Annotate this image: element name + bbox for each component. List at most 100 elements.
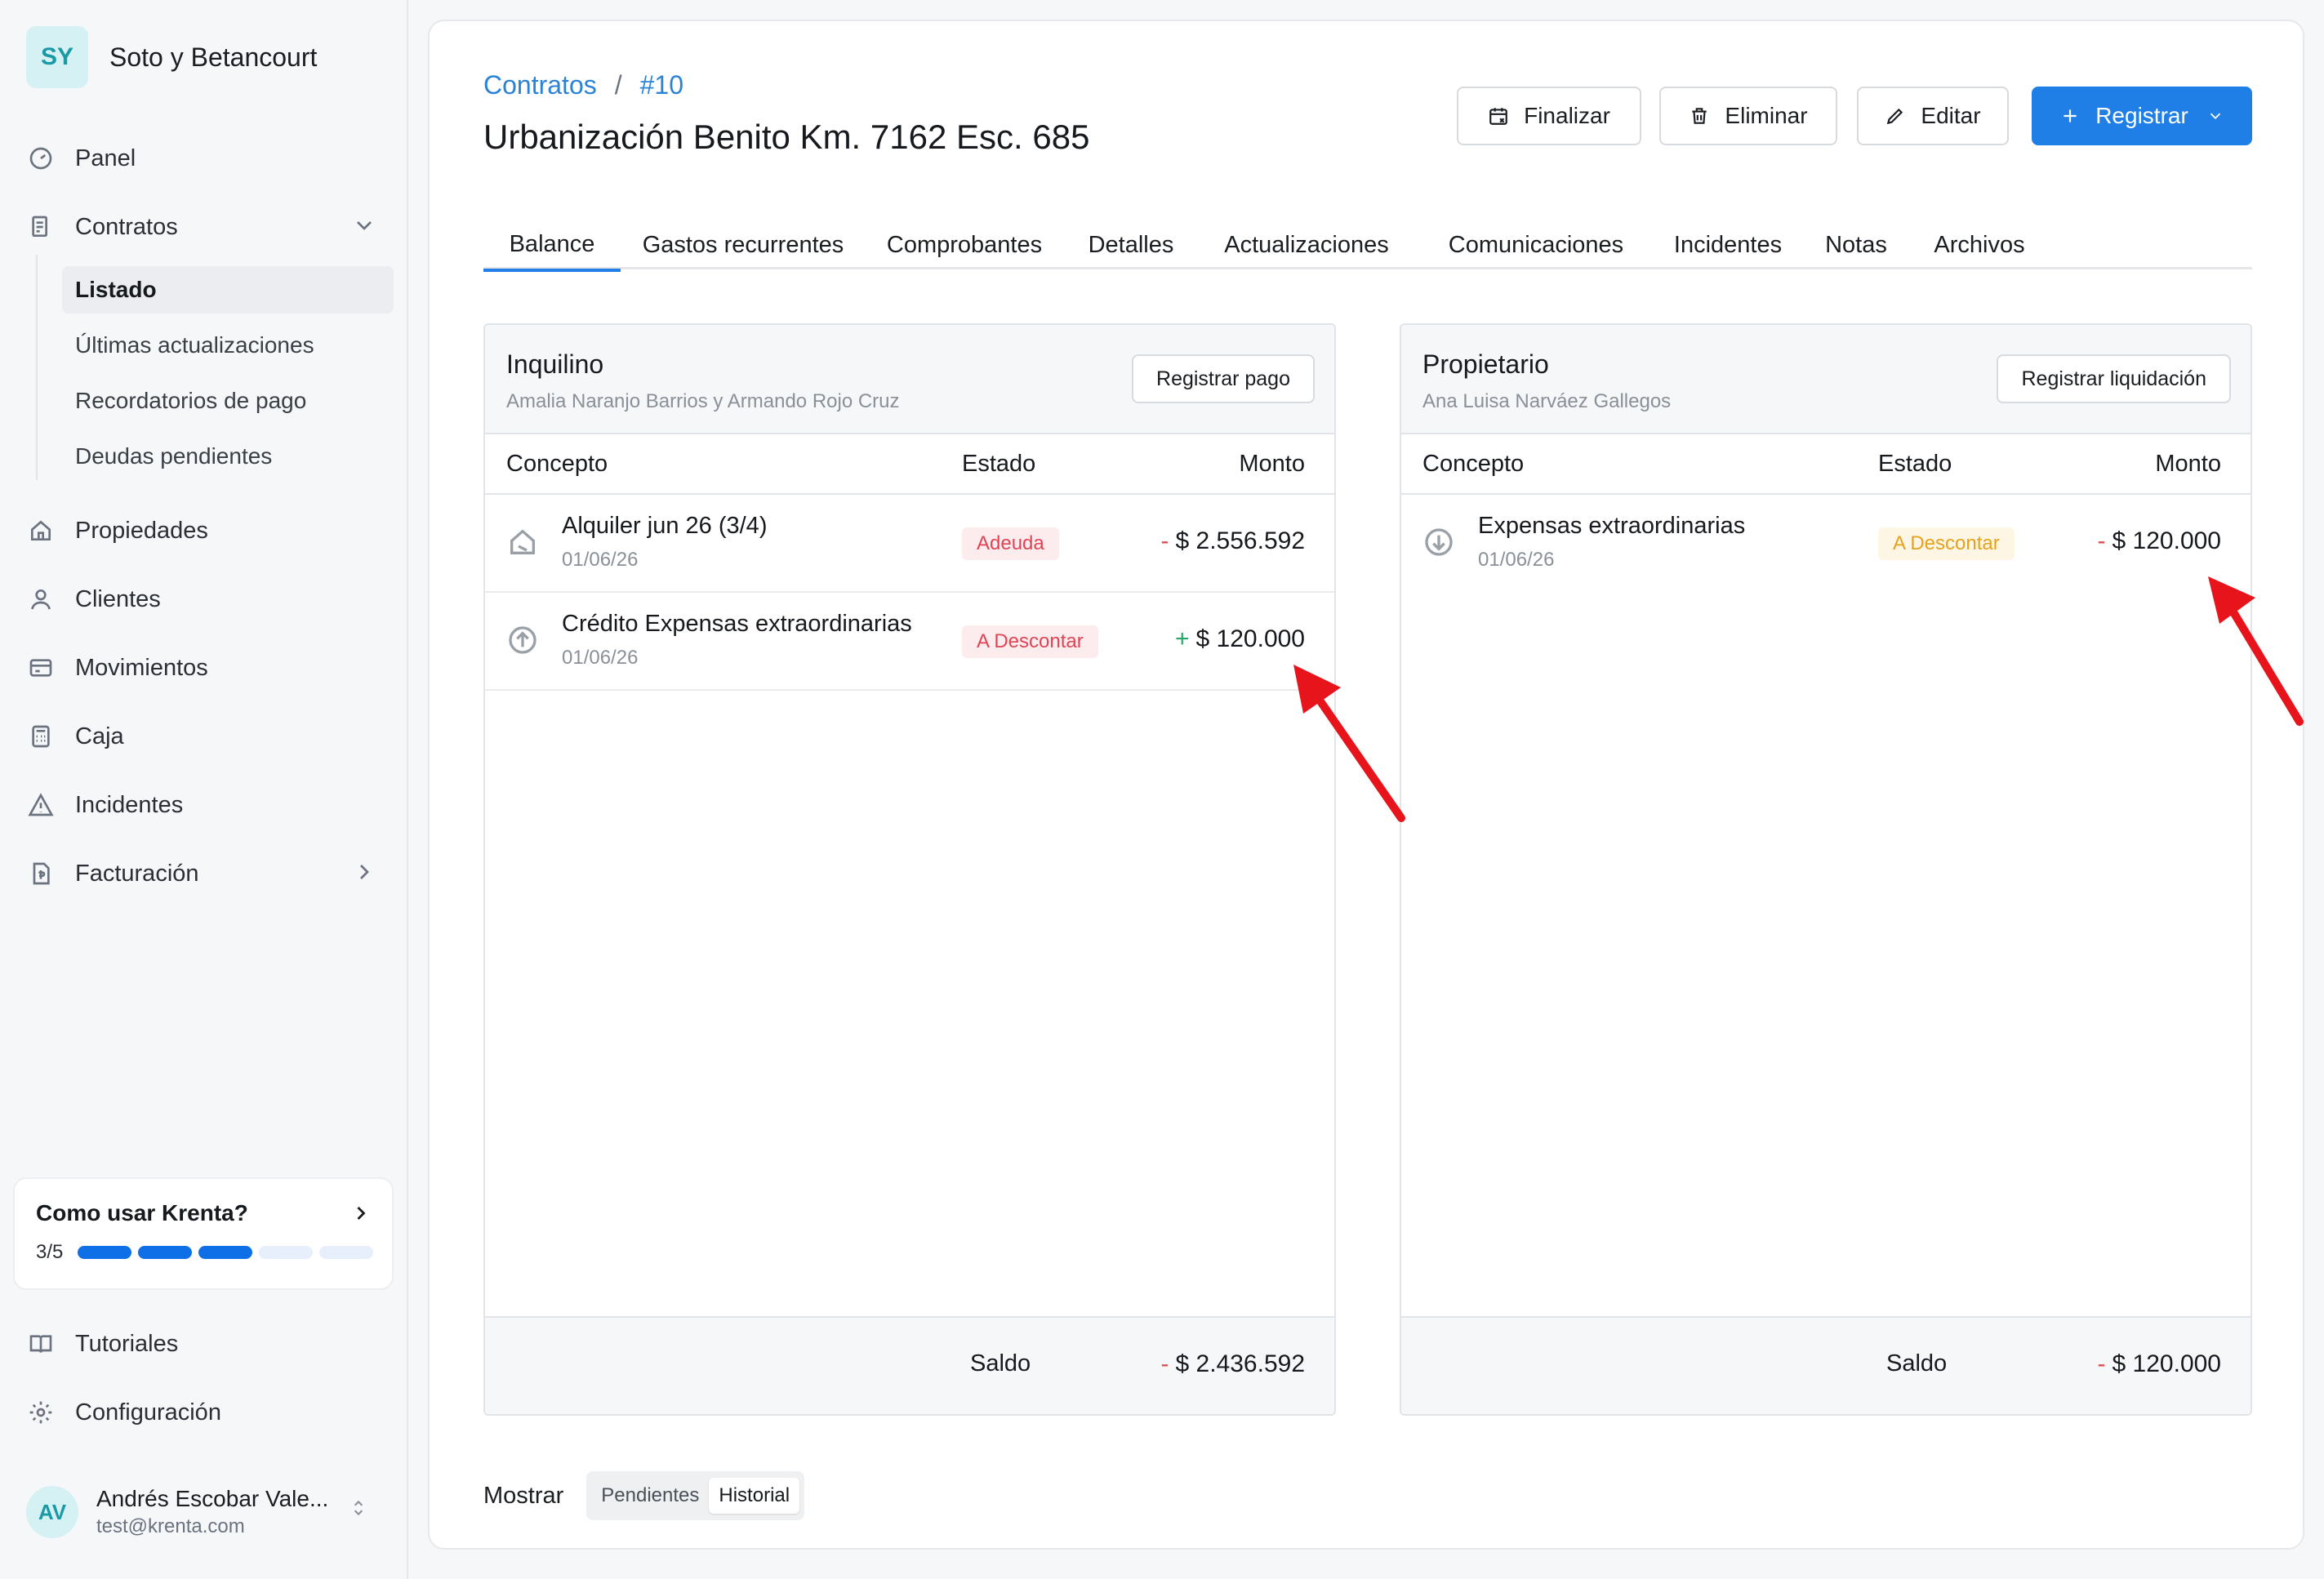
nav-label: Tutoriales [75, 1330, 179, 1357]
user-menu[interactable]: AV Andrés Escobar Vale... test@krenta.co… [26, 1486, 385, 1538]
panel-title: Propietario [1422, 349, 1549, 379]
nav-tutoriales[interactable]: Tutoriales [26, 1319, 385, 1368]
status-badge: A Descontar [962, 625, 1098, 658]
progress-segment [138, 1246, 193, 1259]
subnav-deudas[interactable]: Deudas pendientes [62, 433, 394, 480]
breadcrumb-separator: / [614, 70, 622, 100]
nav-clientes[interactable]: Clientes [26, 575, 385, 624]
tab-comunicaciones[interactable]: Comunicaciones [1432, 220, 1640, 269]
nav-label: Propiedades [75, 517, 208, 544]
org-switcher[interactable]: SY Soto y Betancourt [26, 26, 317, 88]
nav-label: Incidentes [75, 791, 184, 818]
registrar-pago-button[interactable]: Registrar pago [1132, 354, 1315, 403]
subnav-listado[interactable]: Listado [62, 266, 394, 314]
panel-footer: Saldo - $ 2.436.592 [485, 1316, 1334, 1414]
page-title: Urbanización Benito Km. 7162 Esc. 685 [483, 118, 1090, 156]
eliminar-label: Eliminar [1725, 103, 1808, 128]
table-header: Concepto Estado Monto [485, 434, 1334, 495]
gauge-icon [26, 144, 56, 173]
table-row[interactable]: Expensas extraordinarias 01/06/26 A Desc… [1401, 495, 2251, 593]
nav-incidentes[interactable]: Incidentes [26, 781, 385, 830]
row-amount: + $ 120.000 [1175, 625, 1305, 653]
document-icon [26, 212, 56, 242]
nav-panel[interactable]: Panel [26, 134, 385, 183]
amount-sign: - [2097, 527, 2106, 554]
tab-archivos[interactable]: Archivos [1922, 220, 2037, 269]
inquilino-panel: Inquilino Amalia Naranjo Barrios y Arman… [483, 323, 1336, 1416]
house-icon [506, 526, 539, 558]
propietario-panel: Propietario Ana Luisa Narváez Gallegos R… [1400, 323, 2252, 1416]
toggle-historial[interactable]: Historial [709, 1478, 800, 1514]
annotation-arrow-icon [1293, 665, 1405, 822]
user-email: test@krenta.com [96, 1515, 245, 1537]
saldo-label: Saldo [1886, 1350, 1948, 1377]
onboarding-card[interactable]: Como usar Krenta? 3/5 [13, 1177, 394, 1290]
amount-value: $ 2.556.592 [1175, 527, 1305, 554]
progress-segment [319, 1246, 374, 1259]
credit-card-icon [26, 653, 56, 683]
nav-contratos[interactable]: Contratos [26, 202, 385, 251]
nav-configuracion[interactable]: Configuración [26, 1388, 385, 1437]
annotation-arrow-icon [2208, 576, 2304, 726]
arrow-down-circle-icon [1422, 526, 1455, 558]
col-monto: Monto [1239, 451, 1305, 477]
subnav-recordatorios[interactable]: Recordatorios de pago [62, 377, 394, 425]
breadcrumb: Contratos / #10 [483, 70, 683, 100]
row-date: 01/06/26 [562, 549, 639, 571]
registrar-button[interactable]: Registrar [2032, 87, 2252, 145]
amount-value: $ 120.000 [1195, 625, 1305, 652]
tab-balance[interactable]: Balance [483, 220, 621, 272]
panel-header: Propietario Ana Luisa Narváez Gallegos R… [1401, 325, 2251, 434]
eliminar-button[interactable]: Eliminar [1659, 87, 1837, 145]
saldo-amount: - $ 120.000 [2098, 1350, 2221, 1378]
amount-value: $ 120.000 [2112, 1350, 2221, 1377]
amount-sign: - [2097, 1350, 2106, 1377]
nav-facturacion[interactable]: Facturación [26, 849, 385, 898]
col-concepto: Concepto [506, 451, 608, 477]
col-concepto: Concepto [1422, 451, 1525, 477]
nav-movimientos[interactable]: Movimientos [26, 643, 385, 692]
row-date: 01/06/26 [562, 647, 639, 669]
invoice-icon [26, 859, 56, 888]
editar-button[interactable]: Editar [1857, 87, 2009, 145]
registrar-label: Registrar [2095, 103, 2188, 128]
panel-subtitle: Ana Luisa Narváez Gallegos [1422, 390, 1672, 412]
chevron-down-icon [351, 212, 377, 245]
finalizar-label: Finalizar [1524, 103, 1610, 128]
tab-comprobantes[interactable]: Comprobantes [875, 220, 1053, 269]
breadcrumb-contract-id[interactable]: #10 [640, 70, 683, 100]
status-badge: A Descontar [1878, 527, 2015, 560]
nav-propiedades[interactable]: Propiedades [26, 506, 385, 555]
row-amount: - $ 120.000 [2098, 527, 2221, 555]
registrar-liquidacion-button[interactable]: Registrar liquidación [1997, 354, 2231, 403]
nav-label: Clientes [75, 585, 161, 612]
col-estado: Estado [962, 451, 1036, 477]
nav-caja[interactable]: Caja [26, 712, 385, 761]
home-icon [26, 516, 56, 545]
amount-sign: + [1175, 625, 1190, 652]
pencil-icon [1887, 108, 1903, 125]
row-concept: Expensas extraordinarias [1478, 513, 1746, 539]
org-name: Soto y Betancourt [109, 42, 318, 72]
breadcrumb-contratos[interactable]: Contratos [483, 70, 597, 100]
calendar-x-icon [1489, 108, 1507, 125]
table-row[interactable]: Alquiler jun 26 (3/4) 01/06/26 Adeuda - $… [485, 495, 1334, 593]
nav-label: Panel [75, 145, 136, 171]
finalizar-button[interactable]: Finalizar [1457, 87, 1641, 145]
onboarding-title: Como usar Krenta? [36, 1200, 248, 1225]
show-toggle: Pendientes Historial [586, 1471, 805, 1520]
tab-gastos-recurrentes[interactable]: Gastos recurrentes [637, 220, 849, 269]
arrow-up-circle-icon [506, 624, 539, 656]
tab-incidentes[interactable]: Incidentes [1664, 220, 1792, 269]
tab-actualizaciones[interactable]: Actualizaciones [1207, 220, 1406, 269]
nav-label: Movimientos [75, 654, 208, 681]
subnav-ultimas-actualizaciones[interactable]: Últimas actualizaciones [62, 322, 394, 369]
org-logo: SY [26, 26, 88, 88]
tab-detalles[interactable]: Detalles [1080, 220, 1182, 269]
tab-notas[interactable]: Notas [1814, 220, 1898, 269]
avatar: AV [26, 1486, 78, 1538]
gear-icon [26, 1398, 56, 1427]
book-icon [26, 1329, 56, 1359]
toggle-pendientes[interactable]: Pendientes [591, 1478, 709, 1514]
table-row[interactable]: Crédito Expensas extraordinarias 01/06/2… [485, 593, 1334, 691]
